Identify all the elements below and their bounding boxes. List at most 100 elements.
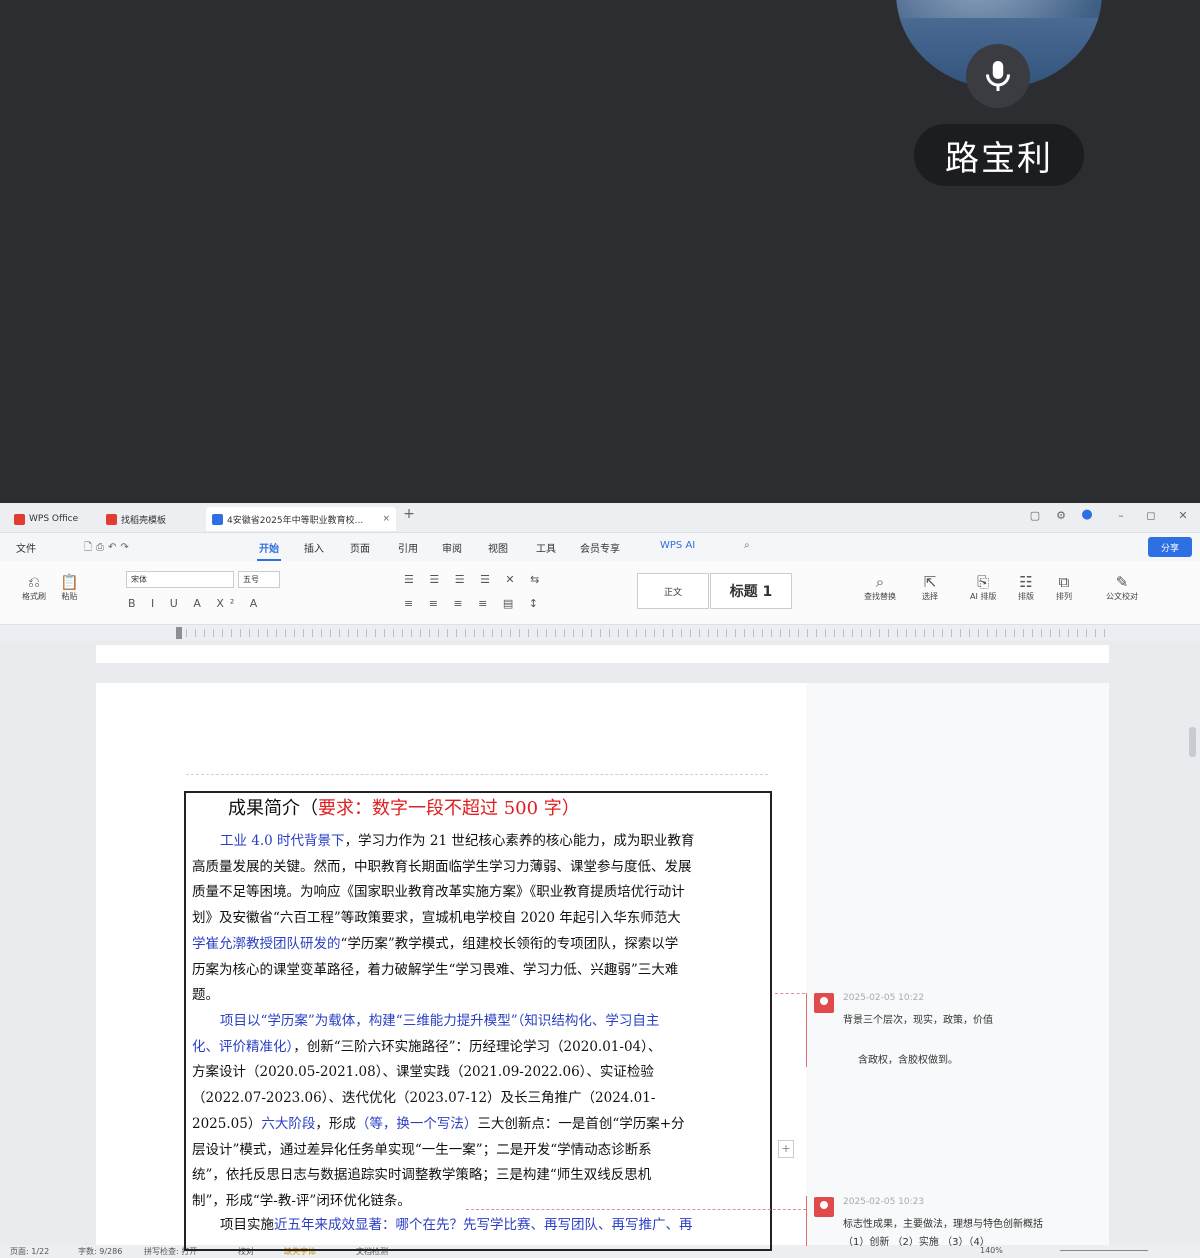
menu-review[interactable]: 审阅 xyxy=(442,540,462,555)
text-line: 制”，形成“学-教-评”闭环优化链条。 xyxy=(192,1189,762,1215)
text-line: 化、评价精准化），创新“三阶六环实施路径”：历经理论学习（2020.01-04）… xyxy=(192,1035,762,1061)
previous-page-end xyxy=(96,645,1109,663)
revised-text: 项目以“学历案”为载体，构建“三维能力提升模型”（ xyxy=(220,1013,525,1029)
menu-insert[interactable]: 插入 xyxy=(304,540,324,555)
font-name-select[interactable]: 宋体 xyxy=(126,571,234,588)
new-tab-icon[interactable]: + xyxy=(400,506,418,522)
select-button[interactable]: ⇱ 选择 xyxy=(922,573,938,602)
font-size-select[interactable]: 五号 xyxy=(238,571,280,588)
body-text: 方案设计（2020.05-2021.08）、课堂实践（2021.09-2022.… xyxy=(192,1064,654,1081)
paste-button[interactable]: 📋 粘贴 xyxy=(60,573,79,602)
body-text: 高质量发展的关键。然而，中职教育长期面临学生学习力薄弱、课堂参与度低、发展 xyxy=(192,858,692,875)
paragraph-method[interactable]: 项目以“学历案”为载体，构建“三维能力提升模型”（知识结构化、学习自主 化、评价精… xyxy=(192,1009,762,1215)
text-line: 2025.05）六大阶段，形成（等，换一个写法）三大创新点：一是首创“学历案+分 xyxy=(192,1112,762,1138)
font-format-buttons[interactable]: B I U A X² A xyxy=(128,597,263,610)
settings-icon[interactable]: ⚙ xyxy=(1052,509,1070,522)
paragraph-list-buttons[interactable]: ☰ ☰ ☰ ☰ ✕ ⇆ xyxy=(404,573,545,586)
style-normal[interactable]: 正文 xyxy=(637,573,709,609)
menu-view[interactable]: 视图 xyxy=(488,540,508,555)
tab-label: 找稻壳模板 xyxy=(121,515,167,526)
word-count[interactable]: 字数: 9/286 xyxy=(78,1246,122,1257)
text-line: 划》及安徽省“六百工程”等政策要求，宣城机电学校自 2020 年起引入华东师范大 xyxy=(192,906,762,932)
microphone-button[interactable] xyxy=(966,44,1030,108)
title-requirement: 要求：数字一段不超过 500 字） xyxy=(318,798,580,819)
comment-text[interactable]: 含政权，含胶权做到。 xyxy=(858,1051,958,1066)
share-button[interactable]: 分享 xyxy=(1148,537,1192,557)
comment-pane xyxy=(806,683,1109,1245)
text-line: （2022.07-2023.06）、迭代优化（2023.07-12）及长三角推广… xyxy=(192,1086,762,1112)
ai-layout-button[interactable]: ⎘ AI 排版 xyxy=(970,573,996,602)
paragraph-background[interactable]: 工业 4.0 时代背景下，学习力作为 21 世纪核心素养的核心能力，成为职业教育… xyxy=(192,829,762,1009)
body-text: 层设计”模式，通过差异化任务单实现“一生一案”；二是开发“学情动态诊断系 xyxy=(192,1141,652,1158)
menu-file[interactable]: 文件 xyxy=(16,540,36,555)
menu-wps-ai[interactable]: WPS AI xyxy=(660,540,695,551)
comment-text[interactable]: 背景三个层次，现实，政策，价值 xyxy=(843,1011,993,1026)
close-window-icon[interactable]: ✕ xyxy=(1174,509,1192,522)
text-line: 题。 xyxy=(192,983,762,1009)
revised-text: 近五年来成效显著：哪个在先？先写学比赛、再写团队、再写推广、再 xyxy=(274,1217,693,1233)
add-comment-button[interactable]: + xyxy=(778,1140,794,1158)
body-text: 统”，依托反思日志与数据追踪实时调整教学策略；三是构建“师生双线反思机 xyxy=(192,1167,652,1184)
tab-wps-office[interactable]: WPS Office xyxy=(8,507,94,531)
paragraph-align-buttons[interactable]: ≡ ≡ ≡ ≡ ▤ ↕ xyxy=(404,597,544,610)
menu-reference[interactable]: 引用 xyxy=(398,540,418,555)
menu-bar: 文件 🗋⎙↶↷ 开始 插入 页面 引用 审阅 视图 工具 会员专享 WPS AI… xyxy=(0,533,1200,561)
edit-icon: ✎ xyxy=(1115,573,1129,591)
indent-marker[interactable] xyxy=(176,627,182,639)
comment-time: 2025-02-05 10:22 xyxy=(843,993,925,1003)
revised-text: 工业 4.0 时代背景下 xyxy=(220,833,345,849)
page-count[interactable]: 页面: 1/22 xyxy=(10,1246,49,1257)
text-line: 方案设计（2020.05-2021.08）、课堂实践（2021.09-2022.… xyxy=(192,1060,762,1086)
menu-page[interactable]: 页面 xyxy=(350,540,370,555)
zoom-slider[interactable] xyxy=(1060,1250,1148,1251)
horizontal-ruler[interactable] xyxy=(0,625,1200,641)
text-line: 学崔允漷教授团队研发的“学历案”教学模式，组建校长领衔的专项团队，探索以学 xyxy=(192,932,762,958)
cursor-icon: ⇱ xyxy=(923,573,937,591)
quick-access-icons[interactable]: 🗋⎙↶↷ xyxy=(84,540,133,557)
arrange-button[interactable]: ⧉ 排列 xyxy=(1056,573,1072,602)
format-brush-button[interactable]: ⎌ 格式刷 xyxy=(22,573,46,602)
text-line: 项目以“学历案”为载体，构建“三维能力提升模型”（知识结构化、学习自主 xyxy=(192,1009,762,1035)
document-icon xyxy=(212,513,223,525)
body-text: 项目实施 xyxy=(220,1217,274,1233)
text-line: 层设计”模式，通过差异化任务单实现“一生一案”；二是开发“学情动态诊断系 xyxy=(192,1138,762,1164)
body-text: 2025.05） xyxy=(192,1115,262,1132)
text-line: 工业 4.0 时代背景下，学习力作为 21 世纪核心素养的核心能力，成为职业教育 xyxy=(192,829,762,855)
revised-text: （等，换一个写法） xyxy=(355,1115,478,1132)
minimize-icon[interactable]: – xyxy=(1112,509,1130,522)
arrange-icon: ⧉ xyxy=(1058,573,1070,591)
window-layout-icon[interactable]: ▢ xyxy=(1026,509,1044,522)
revised-text: 化、评价精准化） xyxy=(192,1038,294,1055)
doc-correct-button[interactable]: ✎ 公文校对 xyxy=(1106,573,1138,602)
vertical-scrollbar[interactable] xyxy=(1189,727,1196,757)
search-icon[interactable]: ⌕ xyxy=(744,540,750,551)
menu-tools[interactable]: 工具 xyxy=(536,540,556,555)
body-text: ，学习力作为 21 世纪核心素养的核心能力，成为职业教育 xyxy=(344,833,695,849)
body-text: 制”，形成“学-教-评”闭环优化链条。 xyxy=(192,1192,411,1209)
revised-text: 知识结构化、学习自主 xyxy=(524,1013,660,1029)
body-text: 划》及安徽省“六百工程”等政策要求，宣城机电学校自 2020 年起引入华东师范大 xyxy=(192,910,681,927)
comment-author-avatar[interactable] xyxy=(814,993,834,1013)
menu-home[interactable]: 开始 xyxy=(257,540,281,561)
comment-text[interactable]: 标志性成果，主要做法，理想与特色创新概括 xyxy=(843,1215,1043,1230)
close-tab-icon[interactable]: × xyxy=(382,514,390,524)
microphone-icon xyxy=(986,61,1010,91)
maximize-icon[interactable]: ◻ xyxy=(1142,509,1160,522)
paragraph-results[interactable]: 项目实施近五年来成效显著：哪个在先？先写学比赛、再写团队、再写推广、再 xyxy=(192,1213,762,1239)
tab-template[interactable]: 找稻壳模板 xyxy=(100,507,196,531)
comment-text[interactable]: （1）创新 （2）实施 （3）（4） xyxy=(843,1233,990,1248)
find-replace-button[interactable]: ⌕ 查找替换 xyxy=(864,573,896,602)
body-text: ，形成 xyxy=(315,1115,356,1132)
tab-label: 4安徽省2025年中等职业教育校... xyxy=(227,515,364,526)
body-text: （2022.07-2023.06）、迭代优化（2023.07-12）及长三角推广… xyxy=(192,1090,656,1107)
wps-logo-icon xyxy=(14,513,25,525)
body-text: ，创新“三阶六环实施路径”：历经理论学习（2020.01-04）、 xyxy=(293,1038,662,1055)
comment-author-avatar[interactable] xyxy=(814,1197,834,1217)
tab-document[interactable]: 4安徽省2025年中等职业教育校... × xyxy=(206,507,396,531)
text-line: 高质量发展的关键。然而，中职教育长期面临学生学习力薄弱、课堂参与度低、发展 xyxy=(192,855,762,881)
layout-button[interactable]: ☷ 排版 xyxy=(1018,573,1034,602)
user-avatar-icon[interactable]: ● xyxy=(1078,507,1096,522)
menu-member[interactable]: 会员专享 xyxy=(580,540,620,555)
style-heading-1[interactable]: 标题 1 xyxy=(710,573,792,609)
screen: 路宝利 WPS Office 找稻壳模板 4安徽省2025年中等职业教育校...… xyxy=(0,0,1200,1258)
